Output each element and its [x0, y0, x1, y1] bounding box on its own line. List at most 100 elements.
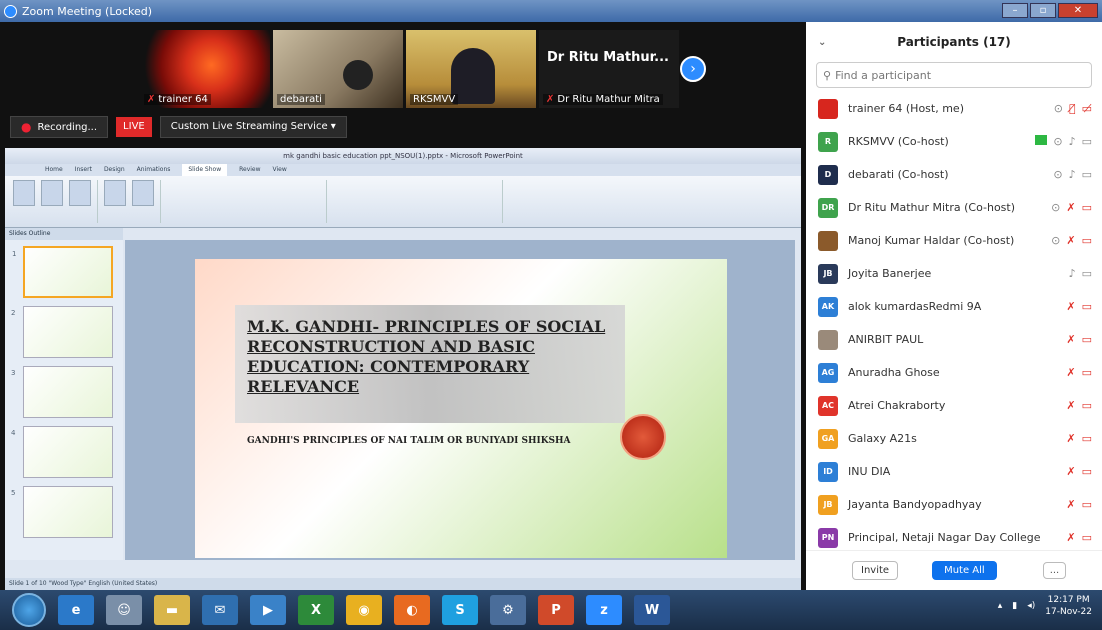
start-button[interactable] — [12, 593, 46, 627]
ribbon-group — [104, 180, 161, 223]
slide-thumbnail[interactable]: 1 — [12, 246, 113, 298]
custom-show-button[interactable] — [69, 180, 91, 206]
tab-review[interactable]: Review — [239, 164, 260, 176]
participant-row[interactable]: Manoj Kumar Haldar (Co-host) ⊙ ✗ ▭ — [806, 224, 1102, 257]
participant-row[interactable]: R RKSMVV (Co-host) ⊙ ♪ ▭ — [806, 125, 1102, 158]
video-tile[interactable]: RKSMVV — [406, 30, 536, 108]
video-off-icon: ▭̸ — [1081, 102, 1092, 115]
participant-row[interactable]: trainer 64 (Host, me) ⊙ 🎙̸ ▭̸ — [806, 92, 1102, 125]
app-icon[interactable]: ⚙ — [490, 595, 526, 625]
seal-image — [620, 414, 666, 460]
tab-view[interactable]: View — [273, 164, 287, 176]
tile-name-large: Dr Ritu Mathur... — [547, 50, 669, 65]
current-slide[interactable]: M.K. GANDHI- PRINCIPLES OF SOCIAL RECONS… — [195, 259, 727, 558]
participant-row[interactable]: JB Joyita Banerjee ♪ ▭ — [806, 257, 1102, 290]
stream-service-dropdown[interactable]: Custom Live Streaming Service ▾ — [159, 116, 347, 138]
share-icon: ⊙ — [1053, 102, 1063, 115]
recording-label: Recording... — [37, 121, 98, 133]
participant-row[interactable]: Ddebarati (Co-host) ⊙ ♪ ▭ — [806, 158, 1102, 191]
close-button[interactable]: ✕ — [1058, 3, 1098, 18]
tray-arrow-icon[interactable]: ▴ — [998, 601, 1003, 611]
media-icon[interactable]: ▶ — [250, 595, 286, 625]
tab-insert[interactable]: Insert — [75, 164, 92, 176]
firefox-icon[interactable]: ◐ — [394, 595, 430, 625]
participant-search[interactable]: ⚲ Find a participant — [816, 62, 1092, 88]
slide-thumbnail[interactable]: 3 — [11, 366, 113, 418]
skype-icon[interactable]: S — [442, 595, 478, 625]
participant-row[interactable]: JB Jayanta Bandyopadhyay ✗ ▭ — [806, 488, 1102, 521]
more-options-button[interactable]: ... — [1042, 562, 1067, 579]
clock[interactable]: 12:17 PM 17-Nov-22 — [1045, 594, 1092, 618]
record-icon: ● — [21, 120, 32, 134]
muted-mic-icon: ✗ — [147, 94, 156, 105]
participant-row[interactable]: ANIRBIT PAUL ✗ ▭ — [806, 323, 1102, 356]
maximize-button[interactable]: ▫ — [1030, 3, 1056, 18]
muted-mic-icon: ✗ — [546, 94, 555, 105]
participants-header: Participants (17) — [897, 35, 1011, 49]
from-beginning-button[interactable] — [13, 180, 35, 206]
mic-icon: ♪ — [1068, 267, 1076, 280]
slide-thumbnail[interactable]: 2 — [11, 306, 113, 358]
tab-slide-show[interactable]: Slide Show — [182, 164, 228, 176]
people-icon[interactable]: ☺ — [106, 595, 142, 625]
mail-icon[interactable]: ✉ — [202, 595, 238, 625]
video-off-icon: ▭ — [1081, 498, 1092, 511]
participant-row[interactable]: ID INU DIA ✗ ▭ — [806, 455, 1102, 488]
video-icon: ▭ — [1081, 168, 1092, 181]
video-strip: ✗ trainer 64 debarati RKSMVV Dr Ritu Math… — [140, 30, 720, 108]
zoom-icon[interactable]: z — [586, 595, 622, 625]
tab-animations[interactable]: Animations — [137, 164, 171, 176]
search-placeholder: Find a participant — [835, 68, 932, 82]
participant-row[interactable]: AK alok kumardasRedmi 9A ✗ ▭ — [806, 290, 1102, 323]
setup-button[interactable] — [104, 180, 126, 206]
title-bar: Zoom Meeting (Locked) – ▫ ✕ — [0, 0, 1102, 22]
avatar — [818, 329, 838, 350]
slide-thumbnail[interactable]: 5 — [11, 486, 113, 538]
folder-icon[interactable]: ▬ — [154, 595, 190, 625]
mute-all-button[interactable]: Mute All — [932, 561, 997, 580]
next-page-button[interactable]: › — [680, 56, 706, 82]
excel-icon[interactable]: X — [298, 595, 334, 625]
tab-home[interactable]: Home — [45, 164, 63, 176]
muted-mic-icon: 🎙̸ — [1068, 102, 1076, 115]
ie-icon[interactable]: e — [58, 595, 94, 625]
tab-design[interactable]: Design — [104, 164, 125, 176]
participant-row[interactable]: AG Anuradha Ghose ✗ ▭ — [806, 356, 1102, 389]
chrome-icon[interactable]: ◉ — [346, 595, 382, 625]
video-tile[interactable]: Dr Ritu Mathur... ✗ Dr Ritu Mathur Mitra — [539, 30, 679, 108]
slide-number: 2 — [11, 309, 16, 317]
participant-name: RKSMVV (Co-host) — [848, 135, 949, 148]
slide-number: 3 — [11, 369, 16, 377]
muted-mic-icon: ✗ — [1066, 300, 1076, 313]
hide-slide-button[interactable] — [132, 180, 154, 206]
slide-editor: M.K. GANDHI- PRINCIPLES OF SOCIAL RECONS… — [125, 240, 795, 560]
avatar: JB — [818, 494, 838, 515]
participant-row[interactable]: DR Dr Ritu Mathur Mitra (Co-host) ⊙ ✗ ▭ — [806, 191, 1102, 224]
slides-pane-tabs[interactable]: Slides Outline — [5, 228, 123, 240]
video-tile[interactable]: ✗ trainer 64 — [140, 30, 270, 108]
powerpoint-icon[interactable]: P — [538, 595, 574, 625]
video-icon: ▭ — [1081, 135, 1092, 148]
recording-button[interactable]: ● Recording... — [10, 116, 109, 138]
participant-video — [343, 60, 373, 90]
word-icon[interactable]: W — [634, 595, 670, 625]
participant-row[interactable]: GA Galaxy A21s ✗ ▭ — [806, 422, 1102, 455]
muted-mic-icon: ✗ — [1066, 498, 1076, 511]
muted-mic-icon: ✗ — [1066, 432, 1076, 445]
mic-icon: ♪ — [1068, 168, 1076, 181]
slide-thumbnail[interactable]: 4 — [11, 426, 113, 478]
network-icon[interactable]: ▮ — [1012, 601, 1017, 611]
minimize-button[interactable]: – — [1002, 3, 1028, 18]
participant-name: Joyita Banerjee — [848, 267, 932, 280]
ribbon — [5, 176, 801, 228]
volume-icon[interactable]: ◂) — [1027, 601, 1035, 611]
ribbon-tabs: Home Insert Design Animations Slide Show… — [5, 164, 801, 176]
participant-row[interactable]: AC Atrei Chakraborty ✗ ▭ — [806, 389, 1102, 422]
video-off-icon: ▭ — [1081, 300, 1092, 313]
video-tile[interactable]: debarati — [273, 30, 403, 108]
video-off-icon: ▭ — [1081, 333, 1092, 346]
collapse-chevron-icon[interactable]: ⌄ — [818, 37, 826, 48]
invite-button[interactable]: Invite — [852, 561, 899, 580]
from-current-button[interactable] — [41, 180, 63, 206]
avatar: D — [818, 164, 838, 185]
